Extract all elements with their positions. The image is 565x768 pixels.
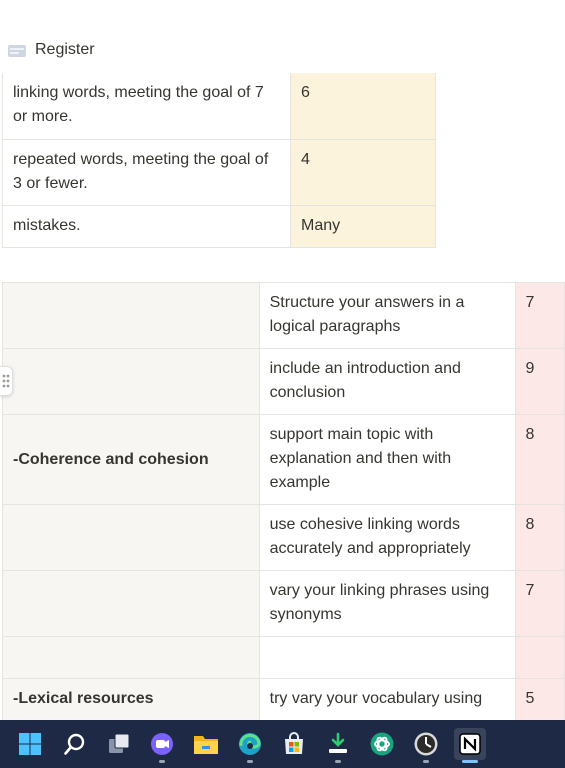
criterion-cell[interactable]: use cohesive linking words accurately an… xyxy=(258,504,516,571)
table-row: repeated words, meeting the goal of 3 or… xyxy=(2,138,436,206)
score-cell[interactable] xyxy=(514,636,565,679)
criterion-cell[interactable]: support main topic with explanation and … xyxy=(258,414,516,505)
page-header: Register xyxy=(0,30,565,70)
file-explorer-icon[interactable] xyxy=(190,728,222,760)
criterion-cell[interactable] xyxy=(258,636,516,679)
table-cell[interactable]: 6 xyxy=(290,73,436,140)
table-cell[interactable]: Many xyxy=(290,204,436,248)
criterion-cell[interactable]: vary your linking phrases using synonyms xyxy=(258,570,516,637)
table-row xyxy=(2,636,565,679)
drag-handle-icon xyxy=(2,374,10,388)
table-cell[interactable]: linking words, meeting the goal of 7 or … xyxy=(2,73,291,140)
score-cell[interactable]: 8 xyxy=(514,504,565,571)
taskbar xyxy=(0,720,565,768)
ai-app-icon[interactable] xyxy=(366,728,398,760)
chat-icon[interactable] xyxy=(146,728,178,763)
table-row: use cohesive linking words accurately an… xyxy=(2,504,565,571)
category-cell[interactable] xyxy=(2,348,260,415)
score-cell[interactable]: 7 xyxy=(514,282,565,349)
drag-handle[interactable] xyxy=(0,366,13,396)
table-cell[interactable]: 4 xyxy=(290,138,436,206)
category-cell[interactable]: -Coherence and cohesion xyxy=(2,414,260,505)
clock-app-icon[interactable] xyxy=(410,728,442,763)
score-cell[interactable]: 7 xyxy=(514,570,565,637)
category-cell[interactable] xyxy=(2,282,260,349)
table-cell[interactable]: mistakes. xyxy=(2,204,291,248)
criteria-table: Structure your answers in a logical para… xyxy=(2,282,565,745)
downloader-icon[interactable] xyxy=(322,728,354,763)
criterion-cell[interactable]: include an introduction and conclusion xyxy=(258,348,516,415)
task-view-icon[interactable] xyxy=(103,728,135,760)
score-cell[interactable]: 9 xyxy=(514,348,565,415)
score-cell[interactable]: 8 xyxy=(514,414,565,505)
table-cell[interactable]: repeated words, meeting the goal of 3 or… xyxy=(2,138,291,206)
search-icon[interactable] xyxy=(59,728,91,760)
page-title[interactable]: Register xyxy=(35,41,95,59)
criterion-cell[interactable]: Structure your answers in a logical para… xyxy=(258,282,516,349)
windows-start-icon[interactable] xyxy=(14,728,46,760)
edge-icon[interactable] xyxy=(234,728,266,763)
page-icon[interactable] xyxy=(8,44,26,57)
store-icon[interactable] xyxy=(278,728,310,760)
table-row: -Coherence and cohesion support main top… xyxy=(2,414,565,505)
table-row: linking words, meeting the goal of 7 or … xyxy=(2,73,436,140)
table-row: include an introduction and conclusion 9 xyxy=(2,348,565,415)
summary-table: linking words, meeting the goal of 7 or … xyxy=(2,73,436,248)
table-row: mistakes. Many xyxy=(2,204,436,248)
category-cell[interactable] xyxy=(2,636,260,679)
notion-icon[interactable] xyxy=(454,728,486,763)
category-cell[interactable] xyxy=(2,504,260,571)
table-row: Structure your answers in a logical para… xyxy=(2,282,565,349)
table-row: vary your linking phrases using synonyms… xyxy=(2,570,565,637)
category-cell[interactable] xyxy=(2,570,260,637)
